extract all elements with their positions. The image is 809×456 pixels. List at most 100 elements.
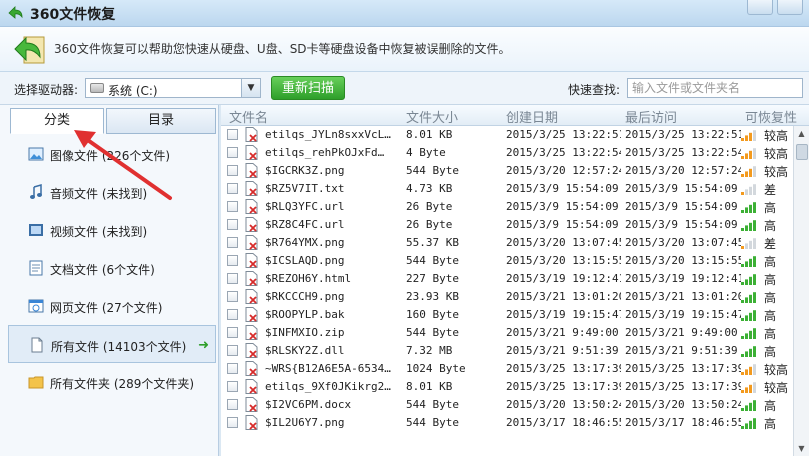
table-row[interactable]: $RLSKY2Z.dll 7.32 MB 2015/3/21 9:51:39 2015… xyxy=(221,342,793,360)
signal-bar xyxy=(741,408,744,411)
cell-filename: $ROOPYLP.bak xyxy=(265,308,345,321)
rescan-button[interactable]: 重新扫描 xyxy=(271,76,345,100)
signal-bar xyxy=(745,369,748,375)
vertical-scrollbar[interactable]: ▲ ▼ xyxy=(793,126,809,456)
table-row[interactable]: $IL2U6Y7.png 544 Byte 2015/3/17 18:46:55 20… xyxy=(221,414,793,432)
table-row[interactable]: etilqs_9Xf0JKikrg2… 8.01 KB 2015/3/25 13:1… xyxy=(221,378,793,396)
cell-filename: $IL2U6Y7.png xyxy=(265,416,345,429)
cell-created: 2015/3/20 13:15:55 xyxy=(506,254,621,267)
cell-filename: $REZOH6Y.html xyxy=(265,272,352,285)
cell-created: 2015/3/25 13:22:51 xyxy=(506,128,621,141)
category-all-files[interactable]: 所有文件 (14103个文件) ➜ xyxy=(8,325,216,363)
cell-recoverability: 高 xyxy=(764,291,777,305)
table-row[interactable]: $RLQ3YFC.url 26 Byte 2015/3/9 15:54:09 2015… xyxy=(221,198,793,216)
deleted-file-icon xyxy=(245,325,258,340)
tab-category[interactable]: 分类 xyxy=(10,108,104,134)
signal-bar xyxy=(749,312,752,321)
cell-created: 2015/3/20 13:50:24 xyxy=(506,398,621,411)
column-header-recoverability[interactable]: 可恢复性 xyxy=(745,107,797,126)
row-checkbox[interactable] xyxy=(227,219,238,230)
minimize-button[interactable] xyxy=(747,0,773,15)
column-header-size[interactable]: 文件大小 xyxy=(406,107,458,126)
signal-bar xyxy=(753,400,756,411)
row-checkbox[interactable] xyxy=(227,345,238,356)
quick-search-label: 快速查找: xyxy=(568,83,621,97)
category-label: 文档文件 (6个文件) xyxy=(50,263,155,277)
row-checkbox[interactable] xyxy=(227,363,238,374)
row-checkbox[interactable] xyxy=(227,237,238,248)
close-button[interactable] xyxy=(777,0,803,15)
category-audio[interactable]: 音频文件 (未找到) xyxy=(8,173,216,211)
table-row[interactable]: $RZ5V7IT.txt 4.73 KB 2015/3/9 15:54:09 2015… xyxy=(221,180,793,198)
signal-bar xyxy=(745,207,748,213)
row-checkbox[interactable] xyxy=(227,291,238,302)
cell-filename: ~WRS{B12A6E5A-6534… xyxy=(265,362,391,375)
signal-bar xyxy=(753,364,756,375)
row-checkbox[interactable] xyxy=(227,309,238,320)
table-row[interactable]: $ROOPYLP.bak 160 Byte 2015/3/19 19:15:47 20… xyxy=(221,306,793,324)
scroll-up-icon[interactable]: ▲ xyxy=(794,126,809,141)
row-checkbox[interactable] xyxy=(227,129,238,140)
signal-icon xyxy=(741,364,756,375)
row-checkbox[interactable] xyxy=(227,165,238,176)
table-row[interactable]: etilqs_rehPkOJxFd… 4 Byte 2015/3/25 13:22:… xyxy=(221,144,793,162)
table-row[interactable]: $RKCCCH9.png 23.93 KB 2015/3/21 13:01:20 20… xyxy=(221,288,793,306)
row-checkbox[interactable] xyxy=(227,201,238,212)
cell-recoverability: 高 xyxy=(764,399,777,413)
table-row[interactable]: $REZOH6Y.html 227 Byte 2015/3/19 19:12:41 2… xyxy=(221,270,793,288)
row-checkbox[interactable] xyxy=(227,273,238,284)
cell-size: 4 Byte xyxy=(406,146,446,159)
signal-icon xyxy=(741,202,756,213)
signal-bar xyxy=(753,130,756,141)
table-row[interactable]: ~WRS{B12A6E5A-6534… 1024 Byte 2015/3/25 13… xyxy=(221,360,793,378)
cell-recoverability: 较高 xyxy=(764,381,789,395)
table-row[interactable]: $I2VC6PM.docx 544 Byte 2015/3/20 13:50:24 2… xyxy=(221,396,793,414)
row-checkbox[interactable] xyxy=(227,417,238,428)
column-header-accessed[interactable]: 最后访问 xyxy=(625,107,677,126)
category-video[interactable]: 视频文件 (未找到) xyxy=(8,211,216,249)
table-row[interactable]: $ICSLAQD.png 544 Byte 2015/3/20 13:15:55 20… xyxy=(221,252,793,270)
row-checkbox[interactable] xyxy=(227,381,238,392)
cell-recoverability: 高 xyxy=(764,273,777,287)
image-icon xyxy=(28,147,44,161)
scroll-thumb[interactable] xyxy=(796,144,808,160)
tab-directory[interactable]: 目录 xyxy=(106,108,216,134)
category-webpages[interactable]: 网页文件 (27个文件) xyxy=(8,287,216,325)
signal-bar xyxy=(753,346,756,357)
signal-bar xyxy=(753,274,756,285)
cell-filename: $RKCCCH9.png xyxy=(265,290,345,303)
cell-filename: $R764YMX.png xyxy=(265,236,345,249)
search-input[interactable] xyxy=(627,78,803,98)
cell-size: 8.01 KB xyxy=(406,380,453,393)
chevron-down-icon[interactable]: ▼ xyxy=(241,79,260,97)
column-header-name[interactable]: 文件名 xyxy=(229,107,268,126)
row-checkbox[interactable] xyxy=(227,147,238,158)
category-all-folders[interactable]: 所有文件夹 (289个文件夹) xyxy=(8,363,216,401)
row-checkbox[interactable] xyxy=(227,255,238,266)
table-row[interactable]: $RZ8C4FC.url 26 Byte 2015/3/9 15:54:09 2015… xyxy=(221,216,793,234)
category-documents[interactable]: 文档文件 (6个文件) xyxy=(8,249,216,287)
signal-bar xyxy=(745,405,748,411)
row-checkbox[interactable] xyxy=(227,327,238,338)
table-row[interactable]: etilqs_JYLn8sxxVcL… 8.01 KB 2015/3/25 13:2… xyxy=(221,126,793,144)
cell-accessed: 2015/3/20 13:15:55 xyxy=(625,254,741,267)
signal-bar xyxy=(749,330,752,339)
signal-icon xyxy=(741,382,756,393)
cell-recoverability: 高 xyxy=(764,327,777,341)
cell-size: 7.32 MB xyxy=(406,344,453,357)
table-row[interactable]: $IGCRK3Z.png 544 Byte 2015/3/20 12:57:24 20… xyxy=(221,162,793,180)
table-row[interactable]: $INFMXIO.zip 544 Byte 2015/3/21 9:49:00 201… xyxy=(221,324,793,342)
column-header-created[interactable]: 创建日期 xyxy=(506,107,558,126)
row-checkbox[interactable] xyxy=(227,399,238,410)
signal-bar xyxy=(741,174,744,177)
cell-size: 544 Byte xyxy=(406,164,459,177)
drive-select[interactable]: 系统 (C:) ▼ xyxy=(85,78,261,98)
signal-bar xyxy=(741,264,744,267)
signal-bar xyxy=(753,328,756,339)
row-checkbox[interactable] xyxy=(227,183,238,194)
table-row[interactable]: $R764YMX.png 55.37 KB 2015/3/20 13:07:45 20… xyxy=(221,234,793,252)
cell-created: 2015/3/9 15:54:09 xyxy=(506,200,619,213)
scroll-down-icon[interactable]: ▼ xyxy=(794,441,809,456)
category-images[interactable]: 图像文件 (226个文件) xyxy=(8,135,216,173)
deleted-file-icon xyxy=(245,199,258,214)
